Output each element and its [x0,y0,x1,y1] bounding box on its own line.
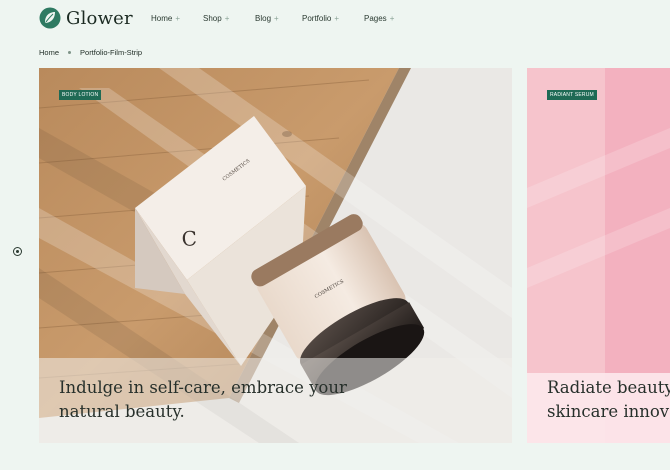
nav-label: Pages [364,14,387,23]
nav-item-pages[interactable]: Pages + [364,14,414,23]
slide-caption: Radiate beauty t skincare innovat [547,376,670,424]
category-badge[interactable]: RADIANT SERUM [547,90,597,100]
nav-item-shop[interactable]: Shop + [203,14,255,23]
caption-line: natural beauty. [59,402,185,421]
site-header: Glower Home + Shop + Blog + Portfolio + … [0,0,670,40]
breadcrumb: Home Portfolio-Film-Strip [39,48,142,57]
nav-label: Shop [203,14,222,23]
plus-icon: + [334,14,340,23]
nav-item-blog[interactable]: Blog + [255,14,302,23]
box-letter: C [181,226,198,251]
plus-icon: + [389,14,395,23]
caption-line: Indulge in self-care, embrace your [59,378,347,397]
breadcrumb-separator-icon [68,51,72,54]
leaf-logo-icon [39,7,61,29]
brand-name: Glower [66,7,133,29]
slide-caption: Indulge in self-care, embrace your natur… [59,376,347,424]
caption-line: Radiate beauty t [547,378,670,397]
nav-item-home[interactable]: Home + [151,14,203,23]
portfolio-slide-body-lotion[interactable]: C COSMETICS COSMETICS BODY LOTION Indulg… [39,68,512,443]
plus-icon: + [224,14,230,23]
breadcrumb-current: Portfolio-Film-Strip [80,48,143,57]
category-badge[interactable]: BODY LOTION [59,90,102,100]
caption-line: skincare innovat [547,402,670,421]
site-logo[interactable]: Glower [39,7,133,29]
nav-label: Blog [255,14,272,23]
nav-label: Portfolio [302,14,332,23]
main-nav: Home + Shop + Blog + Portfolio + Pages + [151,14,414,23]
nav-label: Home [151,14,173,23]
slide-indicator-dot-icon[interactable] [13,247,22,256]
breadcrumb-home-link[interactable]: Home [39,48,59,57]
plus-icon: + [274,14,279,23]
plus-icon: + [175,14,181,23]
portfolio-slide-radiant-serum[interactable]: RADIANT SERUM Radiate beauty t skincare … [527,68,670,443]
nav-item-portfolio[interactable]: Portfolio + [302,14,364,23]
